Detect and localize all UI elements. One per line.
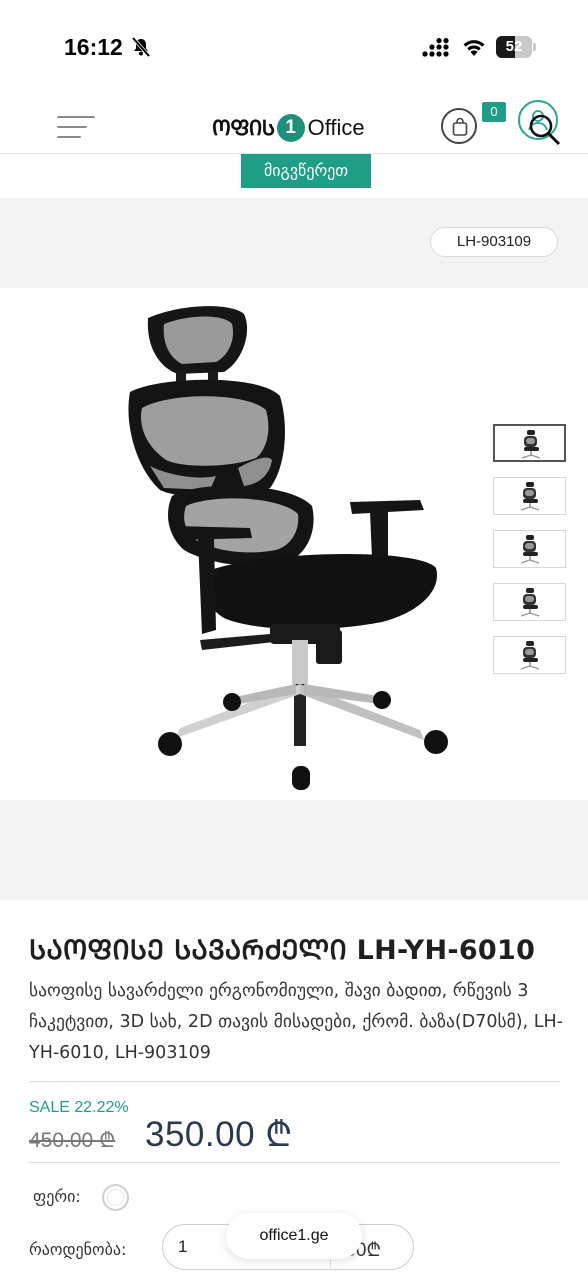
search-icon[interactable] bbox=[526, 112, 562, 148]
divider bbox=[29, 1081, 560, 1082]
contact-strip: მიგვწერეთ bbox=[0, 154, 588, 198]
color-swatch[interactable] bbox=[102, 1184, 129, 1211]
cart-icon bbox=[452, 117, 468, 136]
signal-icon bbox=[422, 38, 449, 57]
battery-icon: 52 bbox=[496, 36, 536, 58]
logo-en-text: Office bbox=[307, 115, 365, 140]
status-bar: 16:12 52 bbox=[0, 0, 588, 96]
thumbnail-4[interactable] bbox=[493, 583, 566, 621]
product-main-image[interactable] bbox=[120, 300, 460, 795]
battery-level: 52 bbox=[505, 38, 523, 55]
cart-button[interactable] bbox=[441, 108, 477, 144]
product-title: ᲡᲐᲝᲤᲘᲡᲔ ᲡᲐᲕᲐᲠᲫᲔᲚᲘ LH-YH-6010 bbox=[29, 935, 536, 966]
quantity-label: რაოდენობა: bbox=[29, 1240, 127, 1259]
menu-icon[interactable] bbox=[57, 114, 95, 138]
sku-badge: LH-903109 bbox=[430, 227, 558, 257]
logo-number: 1 bbox=[276, 114, 305, 142]
thumbnail-2[interactable] bbox=[493, 477, 566, 515]
site-header: ᲝᲤᲘᲡ 1 Office 0 bbox=[0, 96, 588, 154]
gallery-bottom-band bbox=[0, 800, 588, 900]
status-time: 16:12 bbox=[64, 34, 123, 60]
product-description: საოფისე სავარძელი ერგონომიული, შავი ბადი… bbox=[29, 981, 563, 1063]
contact-us-button[interactable]: მიგვწერეთ bbox=[241, 154, 371, 188]
site-logo[interactable]: ᲝᲤᲘᲡ 1 Office bbox=[212, 113, 365, 143]
wifi-icon bbox=[463, 40, 485, 56]
thumbnail-3[interactable] bbox=[493, 530, 566, 568]
divider bbox=[29, 1162, 560, 1163]
sale-label: SALE 22.22% bbox=[29, 1099, 129, 1116]
color-label: ფერი: bbox=[33, 1187, 81, 1206]
thumbnail-1[interactable] bbox=[493, 424, 566, 462]
bell-off-icon bbox=[131, 36, 151, 58]
thumbnail-5[interactable] bbox=[493, 636, 566, 674]
cart-count-badge: 0 bbox=[482, 102, 506, 122]
browser-url-bar[interactable]: office1.ge bbox=[226, 1213, 362, 1259]
logo-geo-text: ᲝᲤᲘᲡ bbox=[212, 116, 275, 140]
current-price: 350.00 ₾ bbox=[145, 1115, 293, 1154]
old-price: 450.00 ₾ bbox=[29, 1129, 116, 1152]
